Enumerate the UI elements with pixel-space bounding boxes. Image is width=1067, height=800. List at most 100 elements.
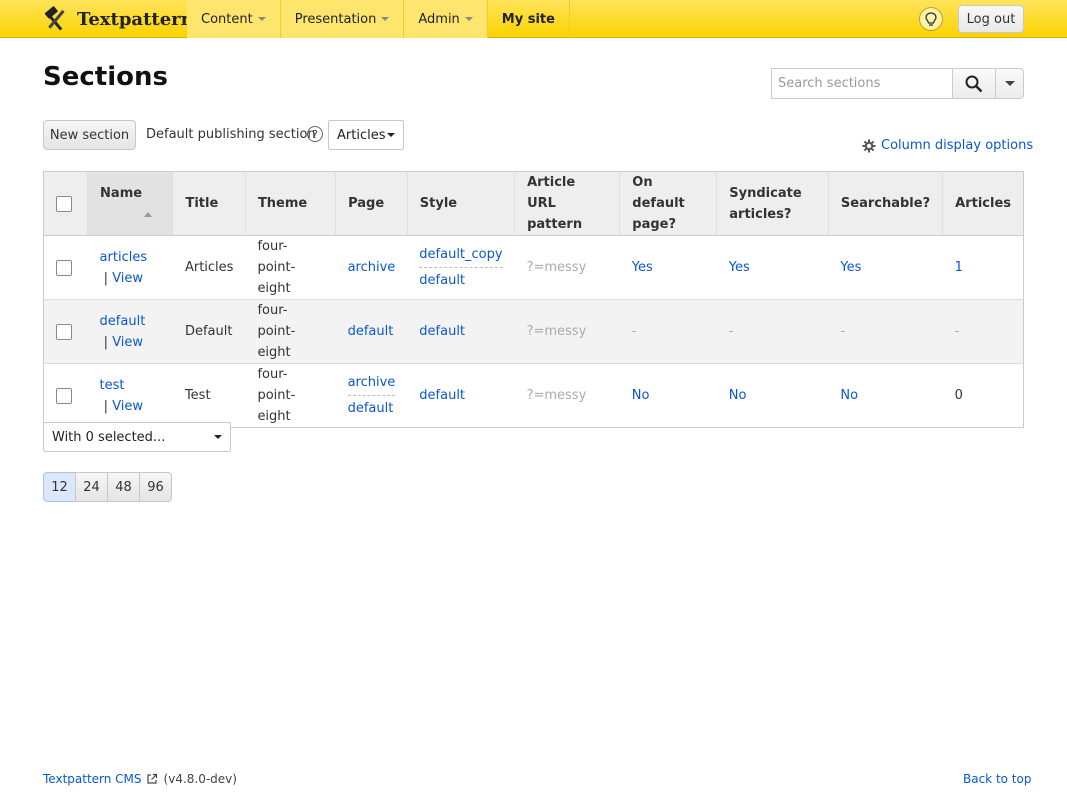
style-link[interactable]: default <box>419 270 502 291</box>
column-theme[interactable]: Theme <box>245 171 337 236</box>
column-display-options[interactable]: Column display options <box>862 138 1033 153</box>
page-size-option[interactable]: 24 <box>75 472 108 502</box>
column-display-options-label: Column display options <box>881 138 1034 153</box>
column-searchable[interactable]: Searchable? <box>828 171 944 236</box>
back-to-top-link[interactable]: Back to top <box>963 772 1031 786</box>
nav-presentation[interactable]: Presentation <box>280 0 405 38</box>
table-row: articles | View Articles four-point-eigh… <box>43 235 1024 300</box>
row-checkbox[interactable] <box>56 387 72 404</box>
top-bar: Textpattern Content Presentation Admin M… <box>0 0 1067 38</box>
column-name[interactable]: Name <box>87 171 174 236</box>
column-style-label: Style <box>419 196 458 211</box>
articles-cell: 1 <box>942 235 1024 300</box>
brand[interactable]: Textpattern <box>43 6 194 32</box>
multi-edit-select[interactable]: With 0 selected... <box>43 422 231 452</box>
row-checkbox[interactable] <box>56 259 72 276</box>
default-publishing-value: Articles <box>337 127 386 143</box>
column-on-default[interactable]: On default page? <box>619 171 718 236</box>
on-default-toggle[interactable]: No <box>632 388 650 403</box>
syndicate-toggle[interactable]: No <box>729 388 747 403</box>
searchable-cell: No <box>828 364 942 428</box>
column-title-label: Title <box>185 196 219 211</box>
column-syndicate-label: Syndicate articles? <box>729 185 802 222</box>
column-theme-label: Theme <box>257 196 308 211</box>
name-cell: default | View <box>87 299 173 364</box>
syndicate-toggle[interactable]: Yes <box>729 260 750 275</box>
searchable-cell: Yes <box>828 235 943 300</box>
theme-cell: four-point-eight <box>245 235 336 300</box>
row-checkbox[interactable] <box>56 323 72 340</box>
column-page-label: Page <box>348 196 385 211</box>
syndicate-cell: - <box>716 299 829 364</box>
nav-content[interactable]: Content <box>187 0 281 38</box>
articles-count-link[interactable]: 1 <box>955 260 963 275</box>
view-link[interactable]: View <box>112 335 143 350</box>
page-size-option[interactable]: 48 <box>107 472 140 502</box>
style-link[interactable]: default_copy <box>419 244 503 268</box>
nav-my-site[interactable]: My site <box>488 0 570 38</box>
section-name-link[interactable]: articles <box>100 250 148 265</box>
search-options-button[interactable] <box>996 68 1024 99</box>
chevron-down-icon <box>257 17 266 21</box>
lightbulb-icon <box>925 11 937 26</box>
search-input[interactable] <box>771 68 952 99</box>
select-all-checkbox[interactable] <box>56 195 72 212</box>
style-link[interactable]: default <box>419 388 465 403</box>
url-pattern-cell: ?=messy <box>514 235 620 300</box>
search-button[interactable] <box>952 68 996 99</box>
default-publishing-select[interactable]: Articles <box>328 120 404 150</box>
page-link[interactable]: default <box>348 398 396 419</box>
page-link[interactable]: default <box>348 324 394 339</box>
nav-admin[interactable]: Admin <box>404 0 488 38</box>
theme-cell: four-point-eight <box>245 299 336 364</box>
page-size-option[interactable]: 96 <box>139 472 172 502</box>
page-link[interactable]: archive <box>348 260 396 275</box>
column-on-default-label: On default page? <box>632 175 685 232</box>
column-name-label: Name <box>100 185 143 201</box>
view-link[interactable]: View <box>112 399 143 414</box>
section-name-link[interactable]: test <box>100 378 125 393</box>
table-row: test | View Test four-point-eight archiv… <box>44 364 1024 428</box>
articles-cell: 0 <box>954 388 963 403</box>
sort-ascending-icon <box>144 211 153 217</box>
lightbulb-toggle[interactable] <box>919 7 943 31</box>
searchable-cell: - <box>828 299 943 364</box>
search-icon <box>965 75 983 92</box>
column-style[interactable]: Style <box>407 171 516 236</box>
style-link[interactable]: default <box>419 324 465 339</box>
section-name-link[interactable]: default <box>100 314 146 329</box>
name-cell: test | View <box>99 377 144 414</box>
column-page[interactable]: Page <box>335 171 408 236</box>
page-title: Sections <box>43 62 168 92</box>
new-section-button[interactable]: New section <box>43 120 136 150</box>
chevron-down-icon <box>214 435 222 439</box>
title-cell: Test <box>184 388 211 403</box>
page-size-option[interactable]: 12 <box>43 472 76 502</box>
syndicate-cell: Yes <box>716 235 829 300</box>
url-pattern-cell: ?=messy <box>526 388 587 403</box>
column-articles[interactable]: Articles <box>942 171 1024 236</box>
url-pattern-cell: ?=messy <box>514 299 620 364</box>
logout-button[interactable]: Log out <box>958 5 1024 33</box>
textpattern-cms-link[interactable]: Textpattern CMS <box>43 772 142 786</box>
textpattern-logo-icon <box>44 6 65 31</box>
nav-admin-label: Admin <box>418 11 460 27</box>
select-all-cell <box>43 171 89 236</box>
column-searchable-label: Searchable? <box>840 196 931 211</box>
searchable-toggle[interactable]: Yes <box>840 260 861 275</box>
on-default-cell: No <box>620 364 717 428</box>
column-articles-label: Articles <box>955 196 1011 211</box>
row-select-cell <box>43 235 88 300</box>
column-url-pattern[interactable]: Article URL pattern <box>514 171 621 236</box>
help-icon[interactable]: ? <box>307 126 323 142</box>
view-link[interactable]: View <box>112 271 143 286</box>
page-size-selector: 12 24 48 96 <box>43 472 172 502</box>
column-syndicate[interactable]: Syndicate articles? <box>716 171 829 236</box>
nav-my-site-label: My site <box>501 11 555 27</box>
column-title[interactable]: Title <box>172 171 246 236</box>
table-header-row: Name Title Theme Page Style Article URL … <box>43 171 1024 236</box>
gear-icon <box>862 139 876 152</box>
searchable-toggle[interactable]: No <box>840 388 858 403</box>
page-link[interactable]: archive <box>347 372 396 396</box>
on-default-toggle[interactable]: Yes <box>632 260 653 275</box>
